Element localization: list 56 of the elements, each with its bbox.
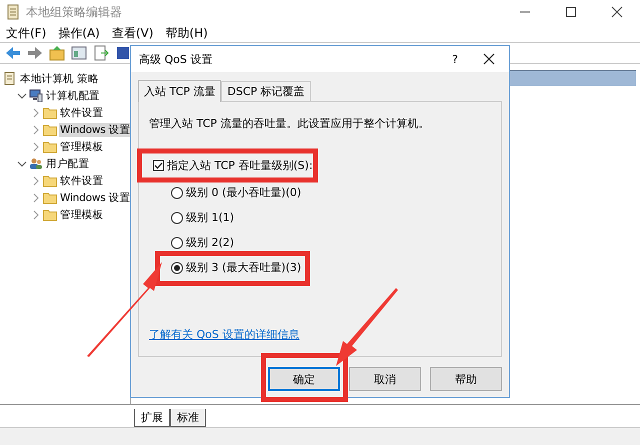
expand-chevron-icon[interactable] [31,176,41,186]
tree-item[interactable]: 软件设置 [59,174,104,188]
users-icon [29,157,43,170]
tree-item[interactable]: 计算机配置 [45,88,102,102]
folder-icon [43,106,57,119]
description-text: 管理入站 TCP 流量的吞吐量。此设置应用于整个计算机。 [149,116,430,131]
forward-icon[interactable] [26,44,44,62]
folder-icon [43,191,57,204]
menu-item[interactable]: 文件(F) [6,24,46,42]
collapse-chevron-icon[interactable] [17,158,27,168]
checkbox[interactable] [153,160,164,171]
window-title: 本地组策略编辑器 [26,4,123,20]
export-icon[interactable] [92,44,110,62]
help-button[interactable]: ? [441,52,469,66]
radio-label[interactable]: 级别 1(1) [186,210,234,225]
expand-chevron-icon[interactable] [31,124,41,134]
expand-chevron-icon[interactable] [31,192,41,202]
tree-item[interactable]: Windows 设置 [59,190,132,204]
radio-label[interactable]: 级别 2(2) [186,235,234,250]
folder-icon [43,174,57,187]
radio-button[interactable] [171,186,183,198]
view-tab[interactable]: 扩展 [134,409,170,427]
folder-up-icon[interactable] [48,44,66,62]
radio-label[interactable]: 级别 0 (最小吞吐量)(0) [186,185,302,200]
folder-icon [43,123,57,136]
radio-button[interactable] [171,212,183,224]
menu-item[interactable]: 查看(V) [112,24,154,42]
expand-chevron-icon[interactable] [31,108,41,118]
window-pane-icon[interactable] [70,44,88,62]
info-link[interactable]: 了解有关 QoS 设置的详细信息 [149,327,491,342]
dialog-button[interactable]: 帮助 [430,367,502,391]
dialog-tab[interactable]: 入站 TCP 流量 [138,80,222,102]
tree-item[interactable]: 本地计算机 策略 [19,72,100,86]
computer-icon [29,89,43,102]
radio-button[interactable] [171,262,183,274]
dialog-tab[interactable]: DSCP 标记覆盖 [221,81,311,101]
app-icon [6,4,20,20]
menu-item[interactable]: 帮助(H) [165,24,208,42]
dialog-button[interactable]: 确定 [268,367,340,391]
policy-document-icon [3,72,17,85]
expand-chevron-icon[interactable] [31,142,41,152]
dialog-button[interactable]: 取消 [349,367,421,391]
tree-item[interactable]: 用户配置 [45,156,90,170]
radio-button[interactable] [171,236,183,248]
back-icon[interactable] [4,44,22,62]
dialog-title: 高级 QoS 设置 [139,52,214,66]
view-tab[interactable]: 标准 [170,409,206,427]
menu-item[interactable]: 操作(A) [58,24,100,42]
folder-icon [43,208,57,221]
tree-item[interactable]: 管理模板 [59,208,104,222]
tree-item[interactable]: 软件设置 [59,106,104,120]
tree-item[interactable]: Windows 设置 [59,122,132,136]
folder-icon [43,140,57,153]
expand-chevron-icon[interactable] [31,210,41,220]
tree-item[interactable]: 管理模板 [59,140,104,154]
collapse-chevron-icon[interactable] [17,90,27,100]
